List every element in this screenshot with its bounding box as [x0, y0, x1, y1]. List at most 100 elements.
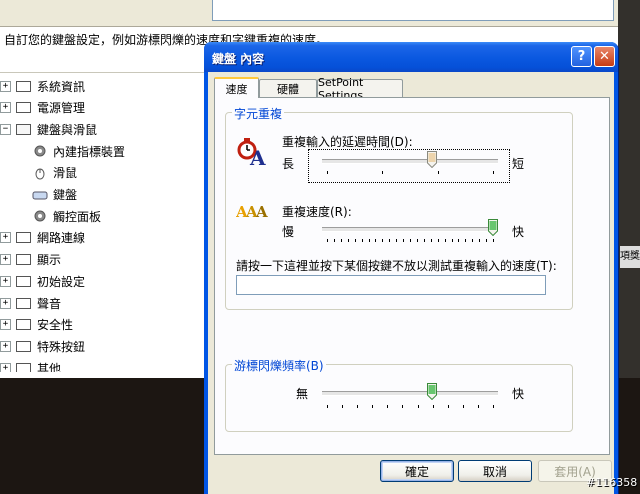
tree-item[interactable]: + 網路連線	[0, 228, 85, 248]
tree-item[interactable]: + 其他	[0, 358, 61, 372]
cursor-blink-none-label: 無	[296, 387, 309, 401]
tree-item[interactable]: + 特殊按鈕	[0, 336, 85, 356]
repeat-rate-ticks	[322, 239, 498, 243]
tree-item[interactable]: 觸控面板	[32, 206, 101, 226]
repeat-test-input[interactable]	[236, 275, 546, 295]
tree-item[interactable]: + 系統資訊	[0, 76, 85, 96]
folder-icon	[16, 102, 31, 114]
cursor-blink-slider-thumb[interactable]	[426, 383, 437, 401]
background-side-text: 項獎	[620, 246, 640, 268]
folder-icon	[16, 319, 31, 331]
repeat-delay-long-label: 長	[282, 157, 295, 171]
slider-tick	[493, 239, 494, 242]
slider-tick	[437, 171, 439, 174]
slider-tick	[465, 239, 467, 242]
expand-icon[interactable]: +	[0, 362, 11, 372]
close-button[interactable]: ✕	[594, 46, 615, 67]
expand-icon[interactable]: +	[0, 254, 11, 266]
tree-item-label: 內建指標裝置	[53, 144, 126, 159]
tree-item-label: 觸控面板	[53, 209, 102, 224]
character-repeat-title: 字元重複	[232, 105, 285, 122]
tree-item[interactable]: + 安全性	[0, 315, 73, 335]
folder-icon	[16, 362, 31, 372]
repeat-delay-slider-thumb[interactable]	[426, 151, 437, 169]
repeat-rate-icon: A A A	[235, 199, 270, 221]
cursor-blink-fast-label: 快	[512, 387, 525, 401]
folder-icon	[16, 340, 31, 352]
tree-item-label: 鍵盤	[53, 188, 78, 202]
repeat-test-label: 請按一下這裡並按下某個按鍵不放以測試重複輸入的速度(T):	[236, 259, 557, 273]
keyboard-properties-dialog: 鍵盤 內容 ? ✕ 速度 硬體 SetPoint Settings 字元重複 A…	[204, 42, 618, 494]
dialog-title-bar[interactable]: 鍵盤 內容 ? ✕	[204, 42, 618, 72]
slider-tick	[357, 405, 359, 408]
expand-icon[interactable]: +	[0, 275, 11, 287]
tree-item-label: 安全性	[37, 318, 74, 333]
slider-tick	[361, 239, 363, 242]
slider-tick	[340, 239, 342, 242]
ok-button[interactable]: 確定	[380, 460, 454, 482]
keyboard-icon	[32, 187, 48, 203]
help-button[interactable]: ?	[571, 46, 592, 67]
help-icon: ?	[577, 49, 586, 64]
svg-text:A: A	[249, 146, 266, 167]
slider-tick	[403, 239, 405, 242]
dialog-client-area: 速度 硬體 SetPoint Settings 字元重複 A 重複輸入的延遲時間…	[208, 72, 614, 494]
expand-icon[interactable]: +	[0, 80, 11, 92]
repeat-rate-track[interactable]	[322, 227, 498, 232]
tree-item-label: 顯示	[37, 253, 62, 268]
tree-item[interactable]: 鍵盤	[32, 185, 77, 205]
tree-item[interactable]: − 鍵盤與滑鼠	[0, 119, 97, 139]
slider-tick	[486, 239, 488, 242]
tab-setpoint-settings[interactable]: SetPoint Settings	[317, 76, 403, 102]
cancel-button[interactable]: 取消	[458, 460, 532, 482]
slider-tick	[327, 171, 328, 174]
tree-item-label: 聲音	[37, 296, 62, 311]
slider-tick	[493, 405, 494, 408]
tree-item-label: 系統資訊	[37, 79, 86, 94]
slider-tick	[472, 239, 474, 242]
tree-item[interactable]: + 初始設定	[0, 271, 85, 291]
repeat-rate-fast-label: 快	[512, 225, 525, 239]
tab-speed[interactable]: 速度	[214, 77, 259, 98]
repeat-rate-slider-thumb[interactable]	[488, 219, 498, 237]
tree-item-label: 特殊按鈕	[37, 339, 86, 354]
slider-tick	[333, 239, 335, 242]
dialog-title: 鍵盤 內容	[212, 52, 265, 66]
expand-icon[interactable]: +	[0, 297, 11, 309]
expand-icon[interactable]: +	[0, 232, 11, 244]
slider-tick	[387, 405, 389, 408]
cursor-blink-track[interactable]	[322, 391, 498, 396]
folder-icon	[16, 297, 31, 309]
close-icon: ✕	[599, 49, 610, 64]
tree-item[interactable]: + 電源管理	[0, 98, 85, 118]
slider-tick	[375, 239, 377, 242]
collapse-icon[interactable]: −	[0, 123, 11, 135]
mouse-icon	[32, 165, 48, 181]
slider-tick	[342, 405, 344, 408]
expand-icon[interactable]: +	[0, 102, 11, 114]
repeat-delay-icon: A	[236, 137, 270, 170]
slider-tick	[402, 405, 404, 408]
slider-tick	[327, 239, 328, 242]
expand-icon[interactable]: +	[0, 340, 11, 352]
tree-item[interactable]: + 顯示	[0, 250, 61, 270]
slider-tick	[479, 239, 481, 242]
character-repeat-group: 字元重複 A 重複輸入的延遲時間(D): 長 短 A A A 重複速度(R): …	[225, 105, 573, 310]
expand-icon[interactable]: +	[0, 319, 11, 331]
background-top-field	[212, 0, 614, 21]
folder-icon	[16, 123, 31, 135]
repeat-delay-track[interactable]	[322, 159, 498, 164]
tree-item[interactable]: 內建指標裝置	[32, 141, 125, 161]
tab-hardware[interactable]: 硬體	[259, 79, 317, 97]
settings-tree: + 系統資訊 + 電源管理 − 鍵盤與滑鼠 內建指標裝置 滑鼠 鍵盤 觸控面板 + 網路連線 + 顯示 + 初…	[0, 76, 205, 372]
cursor-blink-ticks	[322, 405, 498, 409]
repeat-delay-focus	[308, 149, 510, 183]
cursor-blink-group: 游標閃爍頻率(B) 無 快	[225, 357, 573, 432]
repeat-rate-label: 重複速度(R):	[282, 205, 352, 219]
slider-tick	[447, 405, 449, 408]
svg-text:A: A	[255, 203, 268, 221]
tree-item[interactable]: + 聲音	[0, 293, 61, 313]
slider-tick	[417, 405, 419, 408]
repeat-rate-slow-label: 慢	[282, 225, 295, 239]
tree-item[interactable]: 滑鼠	[32, 163, 77, 183]
